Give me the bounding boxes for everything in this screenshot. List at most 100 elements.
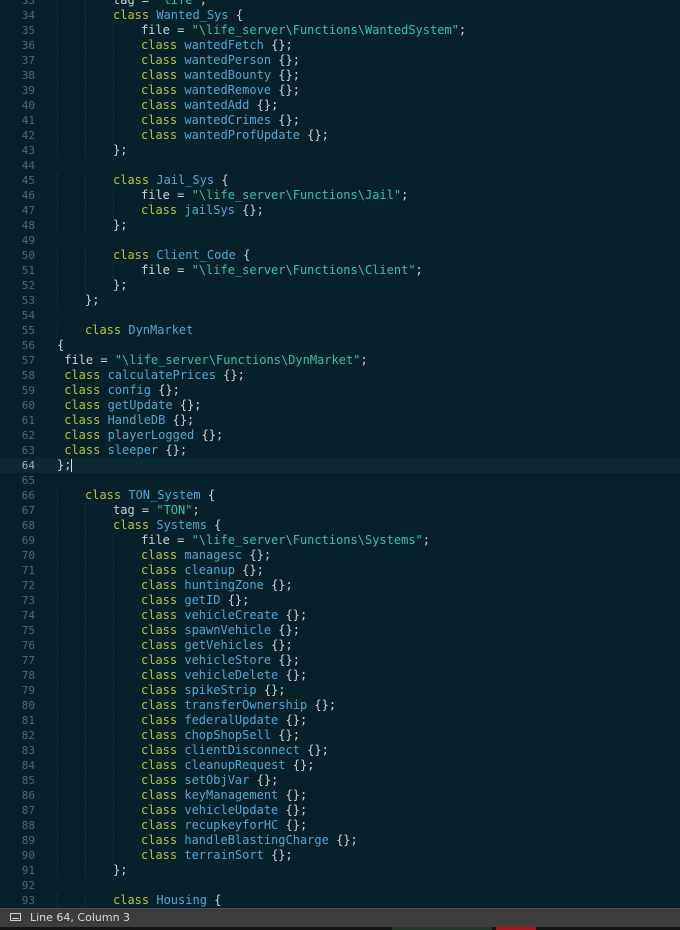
code-line[interactable]: 53}; <box>0 293 680 308</box>
text-caret <box>71 459 73 472</box>
code-line[interactable]: 47 class jailSys {}; <box>0 203 680 218</box>
code-line[interactable]: 73 class getID {}; <box>0 593 680 608</box>
indent-guide <box>57 788 58 803</box>
indent-guide <box>57 0 58 8</box>
code-text: class transferOwnership {}; <box>141 698 336 713</box>
keyword-token: class <box>141 683 185 697</box>
code-line[interactable]: 77 class vehicleStore {}; <box>0 653 680 668</box>
code-line[interactable]: 52}; <box>0 278 680 293</box>
code-text: class wantedRemove {}; <box>141 83 300 98</box>
code-line[interactable]: 62 class playerLogged {}; <box>0 428 680 443</box>
code-line[interactable]: 57 file = "\life_server\Functions\DynMar… <box>0 353 680 368</box>
code-line[interactable]: 40 class wantedAdd {}; <box>0 98 680 113</box>
code-line[interactable]: 79 class spikeStrip {}; <box>0 683 680 698</box>
plain-token: }; <box>113 863 128 877</box>
code-line[interactable]: 89 class handleBlastingCharge {}; <box>0 833 680 848</box>
code-lines[interactable]: 33 tag = "life"; 34 class Wanted_Sys {35 fil… <box>0 0 680 908</box>
code-line[interactable]: 70 class managesc {}; <box>0 548 680 563</box>
code-line[interactable]: 50 class Client_Code { <box>0 248 680 263</box>
code-text: class Systems { <box>113 518 221 533</box>
indent-guide <box>85 173 86 188</box>
indent-guide <box>85 113 86 128</box>
indent-guide <box>113 698 114 713</box>
code-line[interactable]: 58 class calculatePrices {}; <box>0 368 680 383</box>
code-line[interactable]: 72 class huntingZone {}; <box>0 578 680 593</box>
code-line[interactable]: 91}; <box>0 863 680 878</box>
indent-guide <box>113 83 114 98</box>
indent-guide <box>57 218 58 233</box>
indent-guide <box>85 623 86 638</box>
code-line[interactable]: 93 class Housing { <box>0 893 680 908</box>
code-line[interactable]: 56 { <box>0 338 680 353</box>
code-text: class Housing { <box>113 893 221 908</box>
keyword-token: class <box>141 788 185 802</box>
plain-token: {}; <box>263 38 293 52</box>
code-line[interactable]: 38 class wantedBounty {}; <box>0 68 680 83</box>
code-line[interactable]: 67 tag = "TON"; <box>0 503 680 518</box>
code-line[interactable]: 64}; <box>0 458 680 473</box>
code-line[interactable]: 60 class getUpdate {}; <box>0 398 680 413</box>
plain-token: {}; <box>150 383 180 397</box>
code-line[interactable]: 49 <box>0 233 680 248</box>
indent-guide <box>85 218 86 233</box>
code-line[interactable]: 78 class vehicleDelete {}; <box>0 668 680 683</box>
code-line[interactable]: 34 class Wanted_Sys { <box>0 8 680 23</box>
code-line[interactable]: 85 class setObjVar {}; <box>0 773 680 788</box>
code-line[interactable]: 82 class chopShopSell {}; <box>0 728 680 743</box>
class-name-token: Housing <box>156 893 207 907</box>
plain-token: ; <box>401 188 409 202</box>
indent-guide <box>113 188 114 203</box>
code-line[interactable]: 37 class wantedPerson {}; <box>0 53 680 68</box>
code-line[interactable]: 33 tag = "life"; <box>0 0 680 8</box>
code-line[interactable]: 51 file = "\life_server\Functions\Client"… <box>0 263 680 278</box>
code-line[interactable]: 75 class spawnVehicle {}; <box>0 623 680 638</box>
code-line[interactable]: 45 class Jail_Sys { <box>0 173 680 188</box>
code-line[interactable]: 71 class cleanup {}; <box>0 563 680 578</box>
line-number: 55 <box>21 324 35 337</box>
code-line[interactable]: 55 class DynMarket <box>0 323 680 338</box>
line-number: 75 <box>21 624 35 637</box>
indent-guide <box>57 893 58 908</box>
indent-guide <box>57 278 58 293</box>
code-line[interactable]: 86 class keyManagement {}; <box>0 788 680 803</box>
code-line[interactable]: 61 class HandleDB {}; <box>0 413 680 428</box>
plain-token: ; <box>199 0 207 7</box>
code-editor[interactable]: 33 tag = "life"; 34 class Wanted_Sys {35 fil… <box>0 0 680 908</box>
code-line[interactable]: 84 class cleanupRequest {}; <box>0 758 680 773</box>
code-line[interactable]: 46 file = "\life_server\Functions\Jail"; <box>0 188 680 203</box>
code-line[interactable]: 92 <box>0 878 680 893</box>
code-line[interactable]: 66 class TON_System { <box>0 488 680 503</box>
keyword-token: class <box>141 548 185 562</box>
indent-guide <box>113 98 114 113</box>
code-line[interactable]: 42 class wantedProfUpdate {}; <box>0 128 680 143</box>
code-line[interactable]: 74 class vehicleCreate {}; <box>0 608 680 623</box>
code-line[interactable]: 87 class vehicleUpdate {}; <box>0 803 680 818</box>
code-text: class cleanupRequest {}; <box>141 758 314 773</box>
keyword-token: class <box>141 638 185 652</box>
code-line[interactable]: 80 class transferOwnership {}; <box>0 698 680 713</box>
code-line[interactable]: 88 class recupkeyforHC {}; <box>0 818 680 833</box>
code-line[interactable]: 63 class sleeper {}; <box>0 443 680 458</box>
code-line[interactable]: 76 class getVehicles {}; <box>0 638 680 653</box>
code-line[interactable]: 83 class clientDisconnect {}; <box>0 743 680 758</box>
line-number: 56 <box>21 339 35 352</box>
code-line[interactable]: 48}; <box>0 218 680 233</box>
cursor-position[interactable]: Line 64, Column 3 <box>30 911 130 925</box>
code-line[interactable]: 39 class wantedRemove {}; <box>0 83 680 98</box>
code-line[interactable]: 65 <box>0 473 680 488</box>
keyword-token: class <box>57 398 108 412</box>
string-token: "life" <box>156 0 200 7</box>
code-line[interactable]: 43}; <box>0 143 680 158</box>
code-line[interactable]: 35 file = "\life_server\Functions\WantedS… <box>0 23 680 38</box>
code-line[interactable]: 44 <box>0 158 680 173</box>
code-line[interactable]: 54 <box>0 308 680 323</box>
panel-toggle-icon[interactable] <box>10 913 21 921</box>
line-number: 39 <box>21 84 35 97</box>
code-line[interactable]: 68 class Systems { <box>0 518 680 533</box>
code-line[interactable]: 81 class federalUpdate {}; <box>0 713 680 728</box>
code-line[interactable]: 69 file = "\life_server\Functions\Systems… <box>0 533 680 548</box>
code-line[interactable]: 41 class wantedCrimes {}; <box>0 113 680 128</box>
code-line[interactable]: 90 class terrainSort {}; <box>0 848 680 863</box>
code-line[interactable]: 36 class wantedFetch {}; <box>0 38 680 53</box>
code-line[interactable]: 59 class config {}; <box>0 383 680 398</box>
